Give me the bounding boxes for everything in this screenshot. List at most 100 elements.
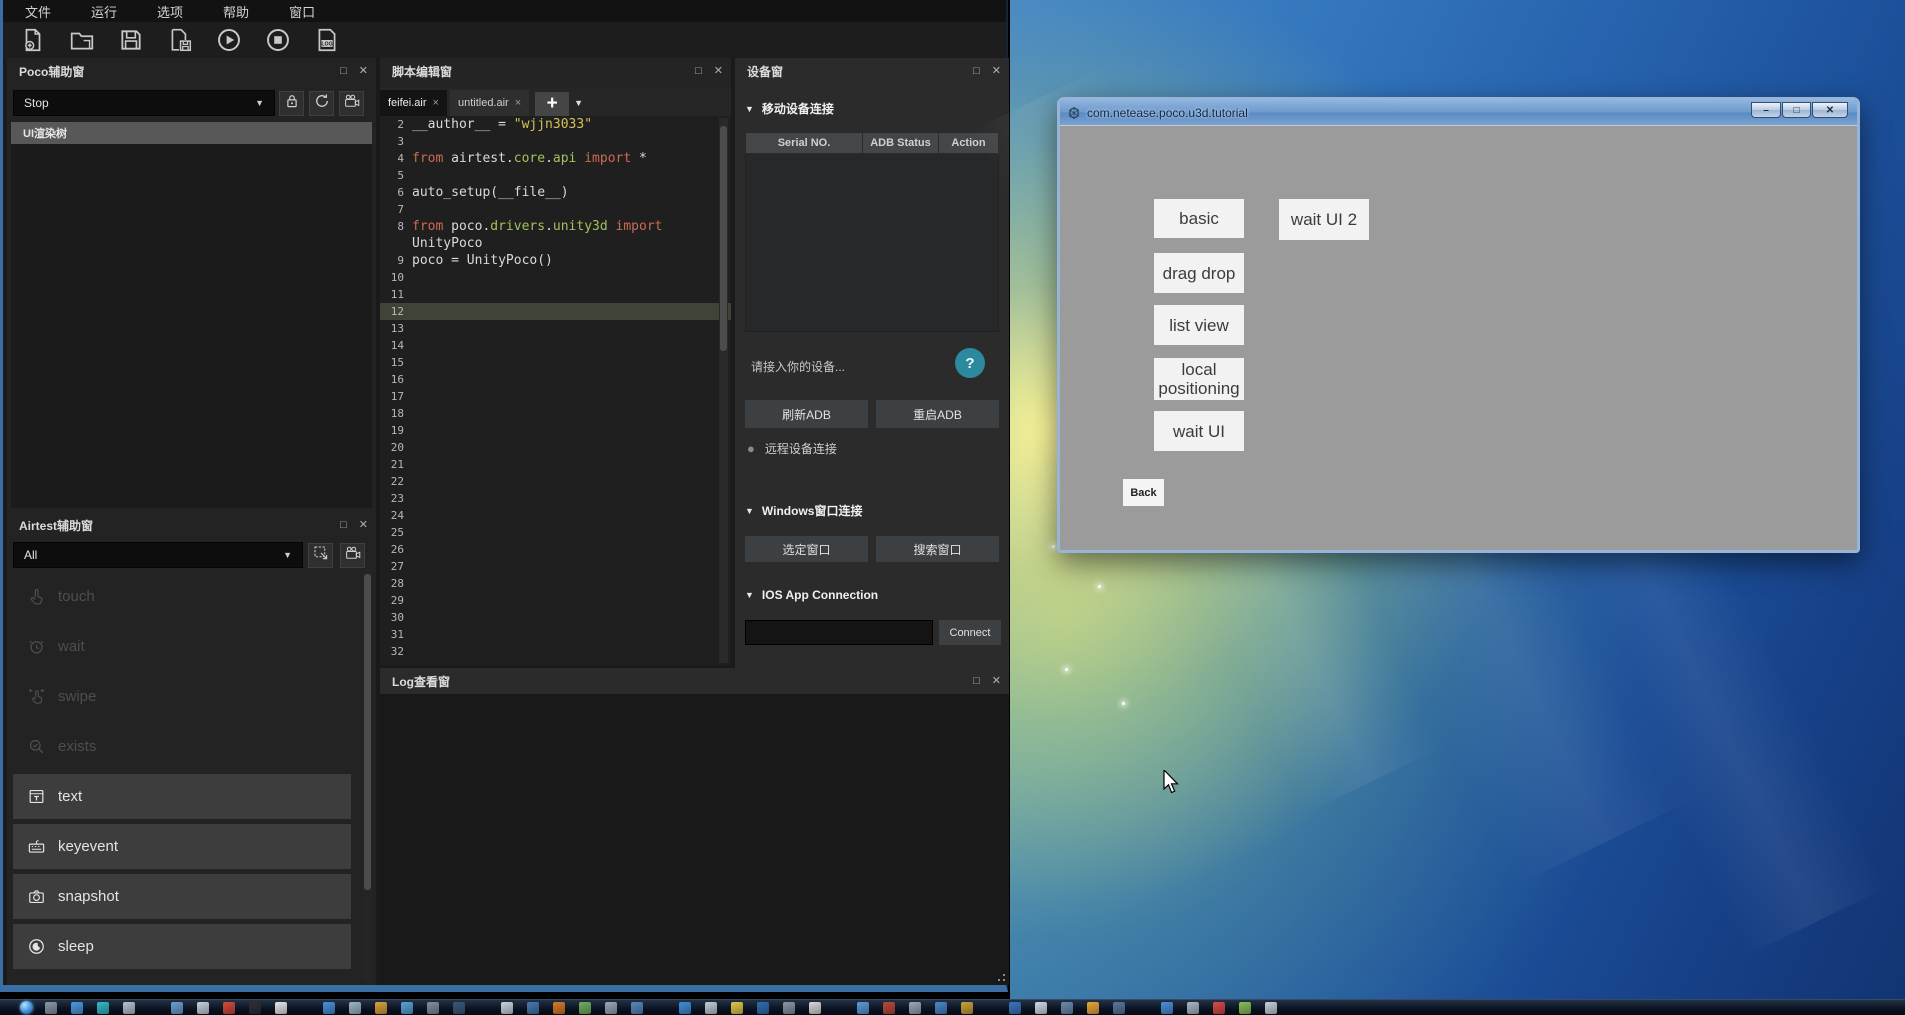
remote-device-option[interactable]: ● 远程设备连接 <box>747 440 837 457</box>
close-icon[interactable]: ✕ <box>992 676 1001 687</box>
taskbar-icon[interactable] <box>45 1002 57 1014</box>
lock-button[interactable] <box>279 91 304 116</box>
action-list-scrollbar[interactable] <box>363 574 372 981</box>
window-title-bar[interactable]: com.netease.poco.u3d.tutorial <box>1060 100 1857 125</box>
mobile-connection-section[interactable]: ▼ 移动设备连接 <box>745 100 834 117</box>
taskbar-icon[interactable] <box>1035 1002 1047 1014</box>
code-editor[interactable]: 2__author__ = "wjjn3033"34from airtest.c… <box>380 116 731 665</box>
windows-connection-section[interactable]: ▼ Windows窗口连接 <box>745 502 862 519</box>
scrollbar-thumb[interactable] <box>720 126 727 351</box>
refresh-tree-button[interactable] <box>309 91 334 116</box>
close-icon[interactable]: ✕ <box>359 520 368 531</box>
taskbar-icon[interactable] <box>223 1002 235 1014</box>
taskbar-icon[interactable] <box>1113 1002 1125 1014</box>
menu-item[interactable]: 帮助 <box>223 2 249 21</box>
taskbar-icon[interactable] <box>783 1002 795 1014</box>
action-item-touch[interactable]: touch <box>13 574 351 619</box>
taskbar-icon[interactable] <box>605 1002 617 1014</box>
close-icon[interactable]: ✕ <box>992 66 1001 77</box>
taskbar-icon[interactable] <box>1161 1002 1173 1014</box>
list-view-button[interactable]: list view <box>1154 305 1244 345</box>
action-item-keyevent[interactable]: keyevent <box>13 824 351 869</box>
taskbar-icon[interactable] <box>809 1002 821 1014</box>
taskbar-icon[interactable] <box>731 1002 743 1014</box>
restart-adb-button[interactable]: 重启ADB <box>876 400 999 428</box>
action-item-exists[interactable]: exists <box>13 724 351 769</box>
tab-list-caret-icon[interactable]: ▼ <box>574 98 583 116</box>
taskbar-icon[interactable] <box>1213 1002 1225 1014</box>
record-button[interactable] <box>340 543 365 568</box>
select-window-button[interactable]: 选定窗口 <box>745 536 868 562</box>
taskbar-icon[interactable] <box>171 1002 183 1014</box>
taskbar-icon[interactable] <box>527 1002 539 1014</box>
start-button[interactable] <box>20 1001 33 1014</box>
action-item-wait[interactable]: wait <box>13 624 351 669</box>
tab-close-icon[interactable]: × <box>515 97 521 109</box>
poco-mode-select[interactable]: Stop ▼ <box>13 90 275 116</box>
action-item-assert_exists[interactable]: assert_exists <box>13 974 351 981</box>
menu-item[interactable]: 窗口 <box>289 2 315 21</box>
editor-scrollbar[interactable] <box>719 118 728 663</box>
taskbar-icon[interactable] <box>961 1002 973 1014</box>
action-item-swipe[interactable]: swipe <box>13 674 351 719</box>
open-script-button[interactable] <box>68 27 95 54</box>
taskbar-icon[interactable] <box>1265 1002 1277 1014</box>
float-icon[interactable]: □ <box>340 520 347 531</box>
airtest-filter-select[interactable]: All ▼ <box>13 542 303 568</box>
taskbar-icon[interactable] <box>1239 1002 1251 1014</box>
taskbar-icon[interactable] <box>197 1002 209 1014</box>
taskbar-icon[interactable] <box>553 1002 565 1014</box>
basic-button[interactable]: basic <box>1154 199 1244 238</box>
ios-connection-section[interactable]: ▼ IOS App Connection <box>745 588 878 602</box>
taskbar-icon[interactable] <box>1187 1002 1199 1014</box>
local-positioning-button[interactable]: local positioning <box>1154 358 1244 400</box>
taskbar-icon[interactable] <box>97 1002 109 1014</box>
menu-item[interactable]: 文件 <box>25 2 51 21</box>
taskbar-icon[interactable] <box>1061 1002 1073 1014</box>
float-icon[interactable]: □ <box>340 66 347 77</box>
float-icon[interactable]: □ <box>973 66 980 77</box>
taskbar-icon[interactable] <box>705 1002 717 1014</box>
log-button[interactable]: LOG <box>313 27 340 54</box>
new-tab-button[interactable]: + <box>535 92 569 116</box>
editor-tab-feifei.air[interactable]: feifei.air× <box>380 90 447 116</box>
taskbar-icon[interactable] <box>679 1002 691 1014</box>
taskbar-icon[interactable] <box>883 1002 895 1014</box>
taskbar-icon[interactable] <box>935 1002 947 1014</box>
minimize-button[interactable]: – <box>1751 102 1781 118</box>
record-button[interactable] <box>339 91 364 116</box>
taskbar-icon[interactable] <box>757 1002 769 1014</box>
taskbar-icon[interactable] <box>349 1002 361 1014</box>
action-item-sleep[interactable]: sleep <box>13 924 351 969</box>
save-as-button[interactable] <box>166 27 193 54</box>
back-button[interactable]: Back <box>1123 479 1164 506</box>
taskbar-icon[interactable] <box>501 1002 513 1014</box>
new-script-button[interactable] <box>19 27 46 54</box>
taskbar-icon[interactable] <box>453 1002 465 1014</box>
refresh-adb-button[interactable]: 刷新ADB <box>745 400 868 428</box>
stop-button[interactable] <box>264 27 291 54</box>
drag-drop-button[interactable]: drag drop <box>1154 253 1244 293</box>
taskbar-icon[interactable] <box>375 1002 387 1014</box>
close-icon[interactable]: ✕ <box>714 66 723 77</box>
taskbar-icon[interactable] <box>579 1002 591 1014</box>
ui-render-tree-content[interactable] <box>11 144 372 508</box>
save-button[interactable] <box>117 27 144 54</box>
taskbar-icon[interactable] <box>275 1002 287 1014</box>
float-icon[interactable]: □ <box>695 66 702 77</box>
taskbar-icon[interactable] <box>249 1002 261 1014</box>
taskbar-icon[interactable] <box>631 1002 643 1014</box>
action-item-text[interactable]: text <box>13 774 351 819</box>
resize-grip[interactable] <box>993 969 1005 981</box>
taskbar-icon[interactable] <box>1009 1002 1021 1014</box>
screenshot-crop-button[interactable] <box>308 543 333 568</box>
taskbar-icon[interactable] <box>857 1002 869 1014</box>
editor-tab-untitled.air[interactable]: untitled.air× <box>450 90 529 116</box>
taskbar-icon[interactable] <box>323 1002 335 1014</box>
ui-render-tree-tab[interactable]: UI渲染树 <box>11 122 372 144</box>
taskbar-icon[interactable] <box>123 1002 135 1014</box>
taskbar-icon[interactable] <box>1087 1002 1099 1014</box>
connect-button[interactable]: Connect <box>939 620 1001 645</box>
search-window-button[interactable]: 搜索窗口 <box>876 536 999 562</box>
tab-close-icon[interactable]: × <box>433 97 439 109</box>
